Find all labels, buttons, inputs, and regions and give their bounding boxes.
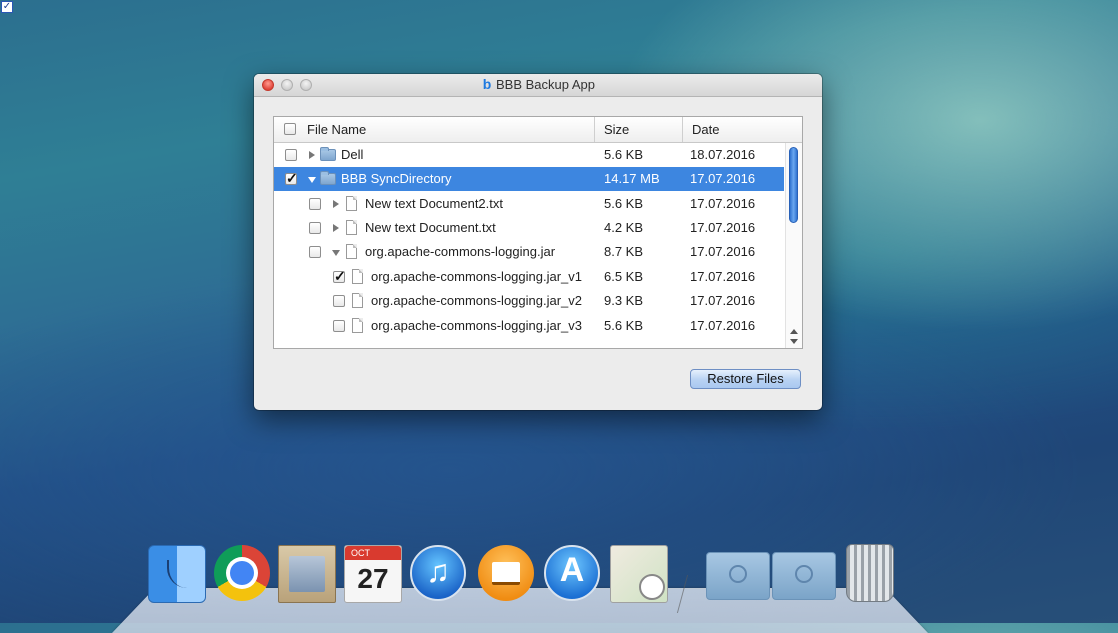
calendar-month: OCT [345,546,401,560]
document-icon [346,196,357,211]
file-date: 17.07.2016 [690,293,756,308]
column-header-name[interactable]: File Name [274,117,594,142]
table-row[interactable]: New text Document2.txt 5.6 KB 17.07.2016 [274,192,784,216]
table-row[interactable]: org.apache-commons-logging.jar_v2 9.3 KB… [274,289,784,313]
disclosure-collapsed-icon[interactable] [333,224,339,232]
title-bar[interactable]: b BBB Backup App [254,74,822,97]
file-name: org.apache-commons-logging.jar_v3 [371,318,583,333]
row-checkbox[interactable] [309,198,321,210]
select-all-checkbox[interactable] [284,123,296,135]
disclosure-expanded-icon[interactable] [308,177,316,183]
file-date: 17.07.2016 [690,171,756,186]
app-store-icon[interactable] [544,545,600,601]
applications-folder-icon[interactable] [706,552,770,600]
file-table: File Name Size Date Dell 5.6 KB 18.07.20… [273,116,803,349]
document-icon [352,269,363,284]
file-rows: Dell 5.6 KB 18.07.2016 BBB SyncDirectory… [274,143,784,348]
column-header-size[interactable]: Size [594,117,682,142]
file-size: 5.6 KB [604,147,644,162]
file-size: 14.17 MB [604,171,660,186]
disclosure-expanded-icon[interactable] [332,250,340,256]
table-row[interactable]: org.apache-commons-logging.jar 8.7 KB 17… [274,240,784,264]
ibooks-icon[interactable] [478,545,534,601]
window-title: BBB Backup App [495,77,595,92]
disclosure-collapsed-icon[interactable] [333,200,339,208]
file-date: 17.07.2016 [690,318,756,333]
window-title-wrap: b BBB Backup App [254,77,822,92]
column-name-label: File Name [307,122,367,137]
trash-icon[interactable] [846,544,894,602]
file-name: org.apache-commons-logging.jar [365,244,556,259]
file-size: 8.7 KB [604,244,644,259]
folder-icon [320,147,336,161]
file-name: New text Document.txt [365,220,496,235]
document-icon [346,220,357,235]
row-checkbox-checked[interactable] [333,268,346,285]
app-logo-icon: b [482,76,492,92]
finder-icon[interactable] [148,545,206,603]
desktop-checkbox[interactable]: ✓ [1,1,13,13]
column-header-date[interactable]: Date [682,117,802,142]
scroll-down-arrow-icon[interactable] [790,339,798,344]
file-name: BBB SyncDirectory [341,171,452,186]
scroll-up-arrow-icon[interactable] [790,329,798,334]
row-checkbox[interactable] [333,295,345,307]
file-date: 17.07.2016 [690,244,756,259]
table-row[interactable]: Dell 5.6 KB 18.07.2016 [274,143,784,167]
row-checkbox[interactable] [333,320,345,332]
file-name: org.apache-commons-logging.jar_v1 [371,269,583,284]
itunes-icon[interactable] [410,545,466,601]
calendar-icon[interactable]: OCT 27 [344,545,402,603]
file-date: 17.07.2016 [690,269,756,284]
file-name: Dell [341,147,364,162]
file-size: 5.6 KB [604,196,644,211]
row-checkbox[interactable] [309,222,321,234]
downloads-folder-icon[interactable] [772,552,836,600]
file-size: 6.5 KB [604,269,644,284]
document-icon [352,293,363,308]
folder-icon [320,171,336,185]
chrome-icon[interactable] [214,545,270,601]
file-date: 17.07.2016 [690,196,756,211]
table-header: File Name Size Date [274,117,802,143]
file-size: 9.3 KB [604,293,644,308]
row-checkbox[interactable] [309,246,321,258]
row-checkbox[interactable] [285,149,297,161]
file-name: org.apache-commons-logging.jar_v2 [371,293,583,308]
scrollbar-thumb[interactable] [789,147,798,223]
maps-icon[interactable] [610,545,668,603]
table-row[interactable]: org.apache-commons-logging.jar_v3 5.6 KB… [274,314,784,338]
table-row[interactable]: New text Document.txt 4.2 KB 17.07.2016 [274,216,784,240]
file-date: 17.07.2016 [690,220,756,235]
disclosure-collapsed-icon[interactable] [309,151,315,159]
file-date: 18.07.2016 [690,147,756,162]
calendar-day: 27 [357,563,389,594]
table-row-selected[interactable]: BBB SyncDirectory 14.17 MB 17.07.2016 [274,167,784,191]
file-name: New text Document2.txt [365,196,503,211]
row-checkbox-checked[interactable] [285,170,298,187]
document-icon [346,244,357,259]
document-icon [352,318,363,333]
table-row[interactable]: org.apache-commons-logging.jar_v1 6.5 KB… [274,265,784,289]
mail-icon[interactable] [278,545,336,603]
vertical-scrollbar[interactable] [785,143,802,348]
app-window: b BBB Backup App File Name Size Date Dell… [254,74,822,410]
restore-files-button[interactable]: Restore Files [690,369,801,389]
file-size: 5.6 KB [604,318,644,333]
file-size: 4.2 KB [604,220,644,235]
